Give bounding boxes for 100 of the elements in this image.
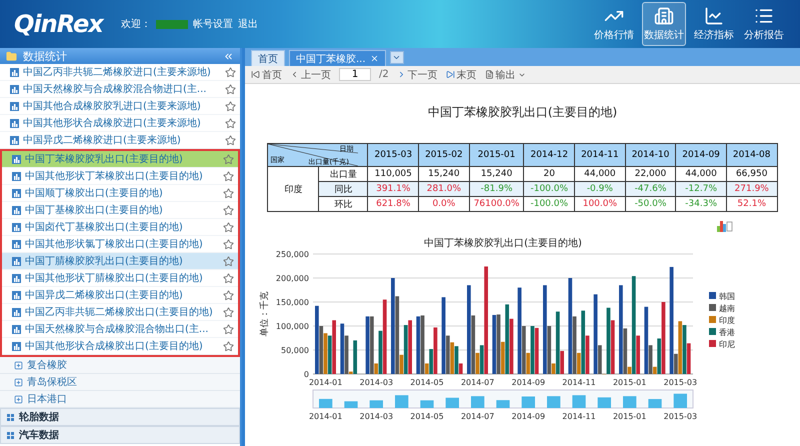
table-cell: 22,000	[625, 166, 676, 182]
item-label: 中国天然橡胶与合成橡胶混合物进口(主...	[23, 82, 208, 96]
table-cell: 281.0%	[418, 182, 470, 196]
grid-icon	[7, 432, 14, 438]
page-number-field[interactable]: 1	[339, 68, 371, 81]
item-label: 中国其他形状丁苯橡胶出口(主要目的地)	[25, 170, 204, 183]
table-cell: -100.0%	[524, 196, 575, 212]
star-icon[interactable]	[223, 222, 234, 232]
item-label: 中国其他形状氯丁橡胶出口(主要目的地)	[25, 238, 204, 251]
table-cell: 20	[524, 166, 575, 182]
item-label: 中国丁基橡胶出口(主要目的地)	[25, 204, 164, 217]
sidebar-item[interactable]: 中国其他形状丁苯橡胶出口(主要目的地)	[2, 168, 238, 185]
previous-page-button[interactable]: 上一页	[290, 68, 331, 82]
section-header[interactable]: 轮胎数据	[0, 408, 240, 426]
last-page-button[interactable]: 末页	[446, 68, 477, 82]
sidebar-item[interactable]: 中国其他合成橡胶胶乳进口(主要来源地)	[0, 98, 240, 115]
last-page-icon	[446, 70, 455, 79]
bar-chart-icon	[12, 256, 21, 266]
bar-chart-icon	[12, 308, 21, 316]
y-tick-label: 0	[303, 370, 308, 379]
table-header-cell: 2015-01	[469, 144, 524, 166]
tree-node[interactable]: 复合橡胶	[0, 357, 240, 374]
sidebar-item[interactable]: 中国其他形状合成橡胶出口(主要目的地)	[2, 338, 238, 355]
bar-chart-icon	[12, 188, 21, 198]
star-icon[interactable]	[223, 188, 234, 198]
star-icon[interactable]	[223, 324, 234, 334]
x-tick-label: 2014-03	[359, 378, 393, 387]
sidebar-item[interactable]: 中国其他形状氯丁橡胶出口(主要目的地)	[2, 236, 238, 253]
y-axis-label: 单位：千克	[260, 292, 270, 336]
folder-icon	[6, 50, 17, 62]
star-icon[interactable]	[223, 272, 234, 284]
sidebar-item[interactable]: 中国丁基橡胶出口(主要目的地)	[2, 202, 238, 219]
sidebar-item[interactable]: 中国异戊二烯橡胶出口(主要目的地)	[2, 287, 238, 304]
tab[interactable]: 首页	[251, 50, 285, 66]
legend-label: 印尼	[718, 340, 734, 349]
sidebar-item[interactable]: 中国其他形状合成橡胶进口(主要来源地)	[0, 115, 240, 132]
collapse-icon[interactable]	[223, 50, 234, 62]
item-label: 中国异戊二烯橡胶出口(主要目的地)	[25, 288, 184, 302]
sidebar-item[interactable]: 中国顺丁橡胶出口(主要目的地)	[2, 185, 238, 202]
tab-menu-button[interactable]	[390, 50, 404, 64]
nav-button[interactable]: 分析报告	[742, 2, 786, 46]
tab[interactable]: 中国丁苯橡胶...	[289, 50, 386, 66]
star-icon[interactable]	[225, 100, 236, 112]
bar-chart-icon	[12, 274, 21, 282]
star-icon[interactable]	[223, 290, 234, 300]
legend-label: 香港	[718, 328, 734, 337]
star-icon[interactable]	[223, 256, 234, 266]
table-cell: 印度	[268, 166, 319, 212]
table-cell: -12.7%	[676, 182, 726, 196]
star-icon[interactable]	[225, 84, 236, 94]
sidebar-item[interactable]: 中国乙丙非共轭二烯橡胶进口(主要来源地)	[0, 64, 240, 81]
tree-node[interactable]: 青岛保税区	[0, 374, 240, 391]
star-icon[interactable]	[225, 134, 236, 146]
star-icon[interactable]	[225, 118, 236, 128]
bar-chart-icon	[12, 240, 21, 248]
sidebar-item[interactable]: 中国其他形状丁腈橡胶出口(主要目的地)	[2, 270, 238, 287]
table-cell: -50.0%	[625, 196, 676, 212]
sidebar-item[interactable]: 中国丁腈橡胶胶乳出口(主要目的地)	[2, 253, 238, 270]
expand-icon	[14, 378, 23, 386]
table-header-cell: 2014-12	[524, 144, 575, 166]
star-icon[interactable]	[223, 306, 234, 318]
table-cell: -0.9%	[574, 182, 626, 196]
star-icon[interactable]	[225, 66, 236, 78]
table-cell: 0.0%	[418, 196, 470, 212]
sidebar-item[interactable]: 中国丁苯橡胶胶乳出口(主要目的地)	[2, 151, 238, 168]
chart-type-icon[interactable]	[716, 220, 732, 232]
tree-node[interactable]: 日本港口	[0, 391, 240, 408]
bar-chart-icon	[12, 154, 21, 164]
export-button[interactable]: 输出	[484, 68, 526, 82]
nav-button[interactable]: 价格行情	[592, 2, 636, 46]
next-page-button[interactable]: 下一页	[396, 68, 438, 82]
star-icon[interactable]	[223, 340, 234, 352]
y-tick-label: 150,000	[275, 298, 308, 307]
bar-chart-icon	[10, 102, 19, 110]
sidebar-item[interactable]: 中国乙丙非共轭二烯橡胶出口(主要目的地)	[2, 304, 238, 321]
sidebar-item[interactable]: 中国天然橡胶与合成橡胶混合物出口(主...	[2, 321, 238, 338]
table-header-cell: 2014-11	[574, 144, 626, 166]
nav-button[interactable]: 经济指标	[692, 2, 736, 46]
star-icon[interactable]	[223, 170, 234, 182]
navigator-label: 2014-07	[460, 412, 494, 421]
star-icon[interactable]	[223, 238, 234, 250]
table-header-cell: 2014-10	[625, 144, 676, 166]
star-icon[interactable]	[223, 204, 234, 216]
item-label: 中国天然橡胶与合成橡胶混合物出口(主...	[25, 322, 210, 336]
section-header[interactable]: 汽车数据	[0, 426, 240, 444]
account-settings-link[interactable]: 帐号设置	[192, 17, 233, 31]
table-cell: 52.1%	[726, 196, 778, 212]
navigator-label: 2015-01	[612, 412, 646, 421]
first-page-button[interactable]: 首页	[251, 68, 282, 82]
star-icon[interactable]	[223, 154, 234, 164]
sidebar-item[interactable]: 中国异戊二烯橡胶进口(主要来源地)	[0, 132, 240, 149]
close-icon[interactable]	[370, 54, 379, 63]
nav-button[interactable]: 数据统计	[642, 2, 686, 46]
table-cell: 621.8%	[368, 196, 419, 212]
sidebar-item[interactable]: 中国天然橡胶与合成橡胶混合物进口(主...	[0, 81, 240, 98]
item-label: 中国其他形状丁腈橡胶出口(主要目的地)	[25, 272, 204, 285]
sidebar-item[interactable]: 中国卤代丁基橡胶出口(主要目的地)	[2, 219, 238, 236]
table-cell: 15,240	[418, 166, 470, 182]
redaction-block	[156, 20, 188, 28]
logout-link[interactable]: 退出	[238, 17, 258, 31]
